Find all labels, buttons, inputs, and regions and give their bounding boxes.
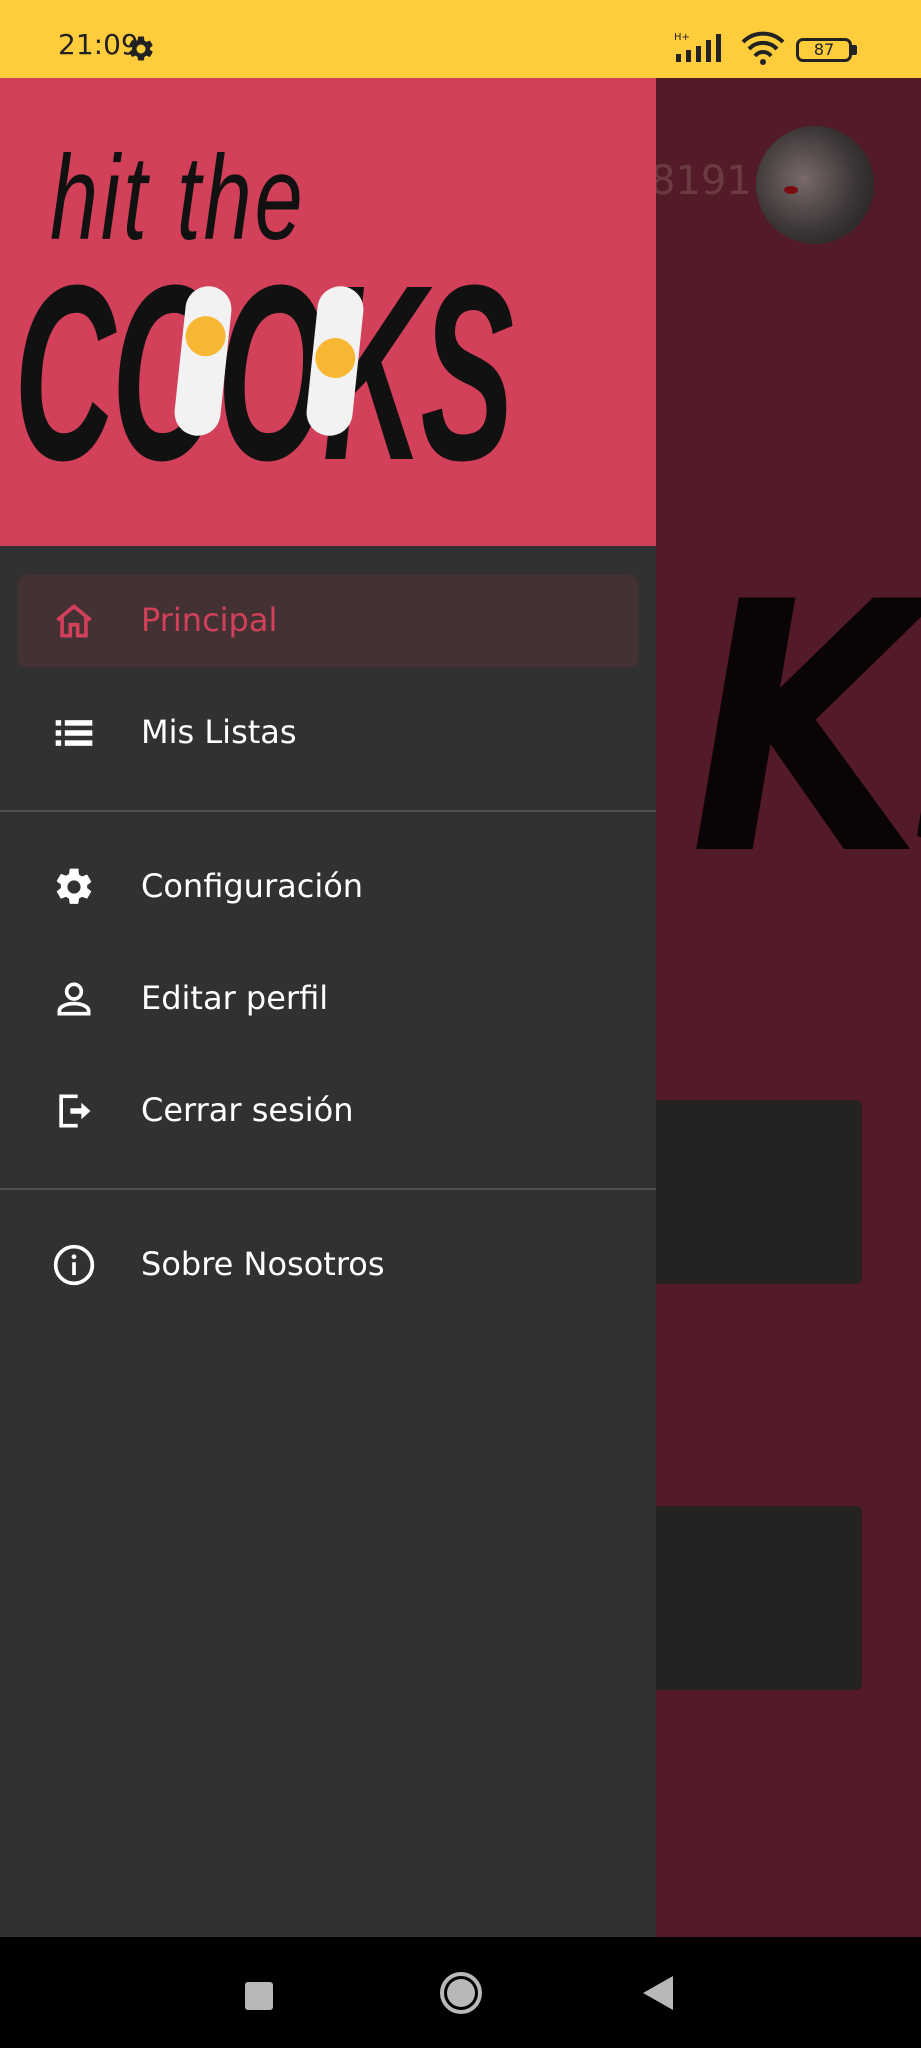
battery-tip	[852, 45, 857, 55]
info-icon	[53, 1244, 95, 1286]
status-bar: 21:09 H+ 87	[0, 0, 921, 78]
avatar	[756, 126, 874, 244]
logout-icon	[59, 1094, 91, 1128]
navigation-drawer: hit the COOKS Principal Mis Listas Confi…	[0, 78, 656, 1937]
background-card	[640, 1506, 862, 1690]
background-card	[640, 1100, 862, 1284]
drawer-header: hit the COOKS	[0, 78, 656, 546]
battery-icon: 87	[796, 38, 852, 62]
drawer-item-label: Configuración	[141, 867, 364, 905]
signal-icon: H+	[674, 32, 721, 62]
wifi-icon	[741, 31, 785, 65]
background-logo-fragment: KS	[690, 529, 921, 931]
home-icon	[56, 603, 92, 638]
gear-icon	[56, 868, 92, 904]
network-type-label: H+	[674, 32, 690, 43]
egg-yolk	[183, 314, 228, 359]
drawer-item-label: Mis Listas	[141, 713, 297, 751]
drawer-item-mis-listas[interactable]: Mis Listas	[18, 687, 638, 779]
drawer-item-principal[interactable]: Principal	[18, 575, 638, 667]
drawer-divider	[0, 810, 656, 812]
drawer-item-sobre-nosotros[interactable]: Sobre Nosotros	[18, 1219, 638, 1311]
drawer-item-label: Sobre Nosotros	[141, 1245, 385, 1283]
drawer-item-label: Cerrar sesión	[141, 1091, 354, 1129]
back-button[interactable]	[643, 1976, 673, 2010]
drawer-item-configuracion[interactable]: Configuración	[18, 841, 638, 933]
list-icon	[55, 720, 93, 746]
drawer-divider	[0, 1188, 656, 1190]
drawer-item-label: Principal	[141, 601, 278, 639]
settings-gear-icon	[129, 36, 153, 61]
battery-level: 87	[813, 40, 835, 59]
egg-yolk	[313, 336, 358, 380]
logo-main-text: COOKS	[14, 233, 514, 512]
drawer-item-label: Editar perfil	[141, 979, 329, 1017]
home-button-dot	[447, 1979, 475, 2007]
background-user-number: 8191	[650, 158, 752, 204]
avatar-detail	[784, 186, 798, 194]
drawer-item-cerrar-sesion[interactable]: Cerrar sesión	[18, 1065, 638, 1157]
recents-button[interactable]	[245, 1982, 273, 2010]
person-icon	[57, 982, 91, 1016]
drawer-item-editar-perfil[interactable]: Editar perfil	[18, 953, 638, 1045]
